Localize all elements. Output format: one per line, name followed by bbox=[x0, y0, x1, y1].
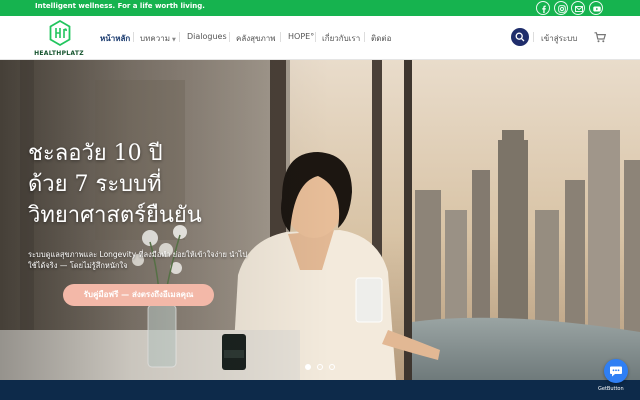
instagram-icon[interactable] bbox=[554, 1, 568, 15]
nav-contact[interactable]: ติดต่อ bbox=[371, 32, 391, 45]
search-icon bbox=[515, 32, 525, 42]
youtube-icon[interactable] bbox=[589, 1, 603, 15]
getbutton-label[interactable]: GetButton bbox=[598, 386, 624, 392]
chat-button[interactable] bbox=[604, 359, 628, 383]
facebook-icon[interactable] bbox=[536, 1, 550, 15]
nav-dialogues[interactable]: Dialogues bbox=[187, 32, 227, 41]
search-button[interactable] bbox=[511, 28, 529, 46]
footer-band bbox=[0, 380, 640, 400]
cta-button[interactable]: รับคู่มือฟรี — ส่งตรงถึงอีเมลคุณ bbox=[63, 284, 214, 306]
nav-about[interactable]: เกี่ยวกับเรา bbox=[322, 32, 360, 45]
nav-separator bbox=[179, 32, 180, 42]
site-header: HEALTHPLATZ หน้าหลัก บทความ ▼ Dialogues ค… bbox=[0, 16, 640, 60]
hero-subtitle: ระบบดูแลสุขภาพและ Longevity ที่ลงมือทำ ย… bbox=[28, 250, 248, 270]
hero-banner: ชะลอวัย 10 ปี ด้วย 7 ระบบที่ วิทยาศาสตร์… bbox=[0, 60, 640, 380]
nav-separator bbox=[315, 32, 316, 42]
hero-title-line: ด้วย 7 ระบบที่ bbox=[28, 172, 162, 197]
nav-articles[interactable]: บทความ ▼ bbox=[140, 32, 176, 45]
slide-dot-2[interactable] bbox=[317, 364, 323, 370]
nav-separator bbox=[280, 32, 281, 42]
logo[interactable]: HEALTHPLATZ bbox=[33, 18, 85, 58]
cart-icon[interactable] bbox=[594, 32, 606, 43]
tagline: Intelligent wellness. For a life worth l… bbox=[35, 2, 205, 10]
nav-separator bbox=[133, 32, 134, 42]
nav-separator bbox=[533, 32, 534, 42]
hero-title-line: วิทยาศาสตร์ยืนยัน bbox=[28, 203, 202, 228]
slide-dot-1[interactable] bbox=[305, 364, 311, 370]
nav-separator bbox=[229, 32, 230, 42]
nav-separator bbox=[364, 32, 365, 42]
nav-hope[interactable]: HOPE° bbox=[288, 32, 314, 41]
hero-title-line: ชะลอวัย 10 ปี bbox=[28, 141, 163, 166]
login-link[interactable]: เข้าสู่ระบบ bbox=[541, 32, 577, 45]
hero-title: ชะลอวัย 10 ปี ด้วย 7 ระบบที่ วิทยาศาสตร์… bbox=[28, 138, 202, 231]
nav-articles-label: บทความ bbox=[140, 34, 170, 43]
slide-dot-3[interactable] bbox=[329, 364, 335, 370]
top-bar: Intelligent wellness. For a life worth l… bbox=[0, 0, 640, 16]
nav-home[interactable]: หน้าหลัก bbox=[100, 32, 130, 45]
chat-icon bbox=[610, 366, 622, 377]
nav-health-library[interactable]: คลังสุขภาพ bbox=[236, 32, 276, 45]
logo-text: HEALTHPLATZ bbox=[34, 50, 84, 57]
logo-mark-icon bbox=[49, 20, 71, 47]
chevron-down-icon: ▼ bbox=[171, 37, 176, 43]
email-icon[interactable] bbox=[571, 1, 585, 15]
